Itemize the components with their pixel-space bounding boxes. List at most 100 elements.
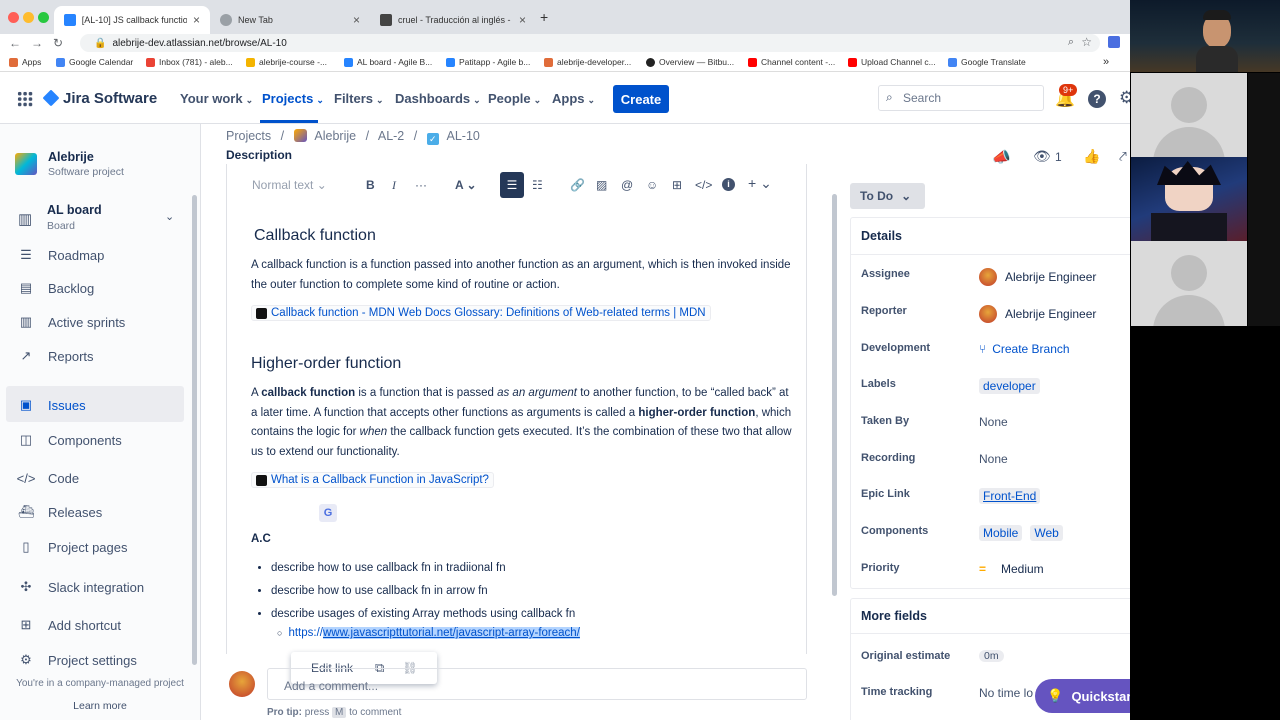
- epic-link-chip[interactable]: Front-End: [979, 488, 1041, 504]
- more-fields-title[interactable]: More fields: [861, 609, 927, 623]
- url-field[interactable]: 🔒 alebrije-dev.atlassian.net/browse/AL-1…: [80, 34, 1100, 52]
- breadcrumb-parent[interactable]: AL-2: [378, 129, 404, 143]
- mention-icon[interactable]: @: [621, 178, 633, 192]
- breadcrumb-project[interactable]: Alebrije: [314, 129, 356, 143]
- nav-your-work[interactable]: Your work ⌄: [180, 91, 253, 106]
- translate-extension-icon[interactable]: [1108, 36, 1120, 48]
- quickstart-button[interactable]: 💡 Quickstart: [1035, 679, 1130, 713]
- bookmark-apps[interactable]: Apps: [9, 57, 41, 67]
- tab-new-tab[interactable]: New Tab ×: [210, 6, 370, 34]
- app-switcher-icon[interactable]: [17, 91, 33, 107]
- like-icon[interactable]: 👍: [1083, 148, 1100, 165]
- forward-icon[interactable]: →: [31, 36, 43, 50]
- link-icon[interactable]: 🔗: [570, 178, 585, 192]
- new-tab-button[interactable]: +: [540, 9, 548, 25]
- bookmark-calendar[interactable]: Google Calendar: [56, 57, 133, 67]
- sidebar-item-releases[interactable]: ⛴ Releases: [18, 504, 198, 520]
- sidebar-item-reports[interactable]: ↗ Reports: [18, 348, 198, 364]
- bookmark-patitapp[interactable]: Patitapp - Agile b...: [446, 57, 530, 67]
- participant-tile[interactable]: [1131, 157, 1247, 242]
- code-block-icon[interactable]: </>: [695, 178, 712, 192]
- bookmark-google-translate[interactable]: Google Translate: [948, 57, 1026, 67]
- nav-people[interactable]: People ⌄: [488, 91, 541, 106]
- bookmark-inbox[interactable]: Inbox (781) - aleb...: [146, 57, 233, 67]
- close-tab-icon[interactable]: ×: [193, 13, 200, 27]
- bookmark-course[interactable]: alebrije-course -...: [246, 57, 327, 67]
- participant-tile[interactable]: [1131, 73, 1247, 158]
- comment-input[interactable]: Add a comment...: [267, 668, 807, 700]
- estimate-chip[interactable]: 0m: [979, 650, 1004, 662]
- bullet-list-icon[interactable]: ☰: [500, 172, 524, 198]
- reporter-value[interactable]: Alebrije Engineer: [979, 305, 1096, 323]
- bookmark-al-board[interactable]: AL board - Agile B...: [344, 57, 432, 67]
- close-tab-icon[interactable]: ×: [353, 13, 360, 27]
- sidebar-item-backlog[interactable]: ▤ Backlog: [18, 280, 198, 296]
- numbered-list-icon[interactable]: ☷: [532, 178, 543, 192]
- nav-filters[interactable]: Filters ⌄: [334, 91, 384, 106]
- bookmarks-overflow-button[interactable]: »: [1103, 56, 1109, 68]
- table-icon[interactable]: ⊞: [672, 178, 682, 192]
- sidebar-item-components[interactable]: ◫ Components: [18, 432, 198, 448]
- info-panel-icon[interactable]: i: [722, 178, 735, 191]
- share-icon[interactable]: ⤤: [1119, 148, 1127, 165]
- text-color-icon[interactable]: A ⌄: [455, 178, 477, 192]
- maximize-window-button[interactable]: [38, 12, 49, 23]
- project-name[interactable]: Alebrije: [48, 150, 94, 164]
- close-tab-icon[interactable]: ×: [519, 13, 526, 27]
- tab-jira[interactable]: [AL-10] JS callback functions ×: [54, 6, 210, 34]
- settings-gear-icon[interactable]: ⚙: [1119, 88, 1130, 108]
- image-icon[interactable]: ▨: [596, 178, 607, 192]
- create-branch-link[interactable]: ⑂ Create Branch: [979, 342, 1070, 356]
- sidebar-item-roadmap[interactable]: ☰ Roadmap: [18, 247, 198, 263]
- assignee-value[interactable]: Alebrije Engineer: [979, 268, 1096, 286]
- back-icon[interactable]: ←: [9, 36, 21, 50]
- sidebar-item-project-settings[interactable]: ⚙ Project settings: [18, 652, 198, 668]
- status-dropdown[interactable]: To Do ⌄: [850, 183, 925, 209]
- nav-dashboards[interactable]: Dashboards ⌄: [395, 91, 481, 106]
- sidebar-scrollbar[interactable]: [192, 195, 197, 665]
- minimize-window-button[interactable]: [23, 12, 34, 23]
- translate-popup-icon[interactable]: G: [319, 504, 337, 522]
- help-icon[interactable]: ?: [1088, 90, 1106, 108]
- create-button[interactable]: Create: [613, 85, 669, 113]
- bookmark-star-icon[interactable]: ☆: [1081, 35, 1092, 49]
- bold-icon[interactable]: B: [366, 178, 375, 192]
- sidebar-item-project-pages[interactable]: ▯ Project pages: [18, 539, 198, 555]
- selected-link[interactable]: www.javascripttutorial.net/javascript-ar…: [322, 627, 580, 639]
- nav-projects[interactable]: Projects ⌄: [262, 91, 324, 106]
- italic-icon[interactable]: I: [392, 178, 396, 193]
- reload-icon[interactable]: ↻: [53, 36, 63, 50]
- tab-translation[interactable]: cruel - Traducción al inglés - ×: [370, 6, 536, 34]
- sidebar-item-add-shortcut[interactable]: ⊞ Add shortcut: [18, 617, 198, 633]
- smart-link-mdn[interactable]: Callback function - MDN Web Docs Glossar…: [251, 305, 711, 321]
- search-input[interactable]: ⌕ Search: [878, 85, 1044, 111]
- learn-more-link[interactable]: Learn more: [0, 700, 200, 712]
- taken-by-value[interactable]: None: [979, 415, 1008, 429]
- sidebar-item-slack[interactable]: ✣ Slack integration: [18, 579, 198, 595]
- nav-apps[interactable]: Apps ⌄: [552, 91, 595, 106]
- zoom-icon[interactable]: ⌕: [1068, 36, 1074, 49]
- text-style-dropdown[interactable]: Normal text ⌄: [252, 178, 327, 192]
- feedback-megaphone-icon[interactable]: 📣: [992, 148, 1011, 166]
- close-window-button[interactable]: [8, 12, 19, 23]
- breadcrumb-projects[interactable]: Projects: [226, 129, 271, 143]
- chevron-down-icon[interactable]: ⌄: [165, 210, 174, 223]
- time-tracking-value[interactable]: No time lo: [979, 686, 1033, 700]
- sidebar-item-code[interactable]: </> Code: [17, 470, 198, 486]
- participant-tile[interactable]: [1131, 241, 1247, 326]
- component-chip[interactable]: Web: [1030, 525, 1063, 541]
- bookmark-channel-content[interactable]: Channel content -...: [748, 57, 835, 67]
- sidebar-item-active-sprints[interactable]: ▥ Active sprints: [18, 314, 198, 330]
- emoji-icon[interactable]: ☺: [646, 178, 658, 192]
- component-chip[interactable]: Mobile: [979, 525, 1023, 541]
- watch-eye-icon[interactable]: 👁: [1033, 148, 1051, 165]
- sidebar-item-issues[interactable]: ▣ Issues: [18, 397, 198, 413]
- recording-value[interactable]: None: [979, 452, 1008, 466]
- insert-more-icon[interactable]: + ⌄: [748, 175, 772, 192]
- breadcrumb-issue[interactable]: AL-10: [447, 129, 480, 143]
- smart-link-callback-article[interactable]: What is a Callback Function in JavaScrip…: [251, 472, 494, 488]
- board-name[interactable]: AL board: [47, 203, 102, 217]
- bookmark-bitbucket[interactable]: Overview — Bitbu...: [646, 57, 734, 67]
- more-formatting-icon[interactable]: ···: [415, 178, 427, 192]
- bookmark-upload-channel[interactable]: Upload Channel c...: [848, 57, 936, 67]
